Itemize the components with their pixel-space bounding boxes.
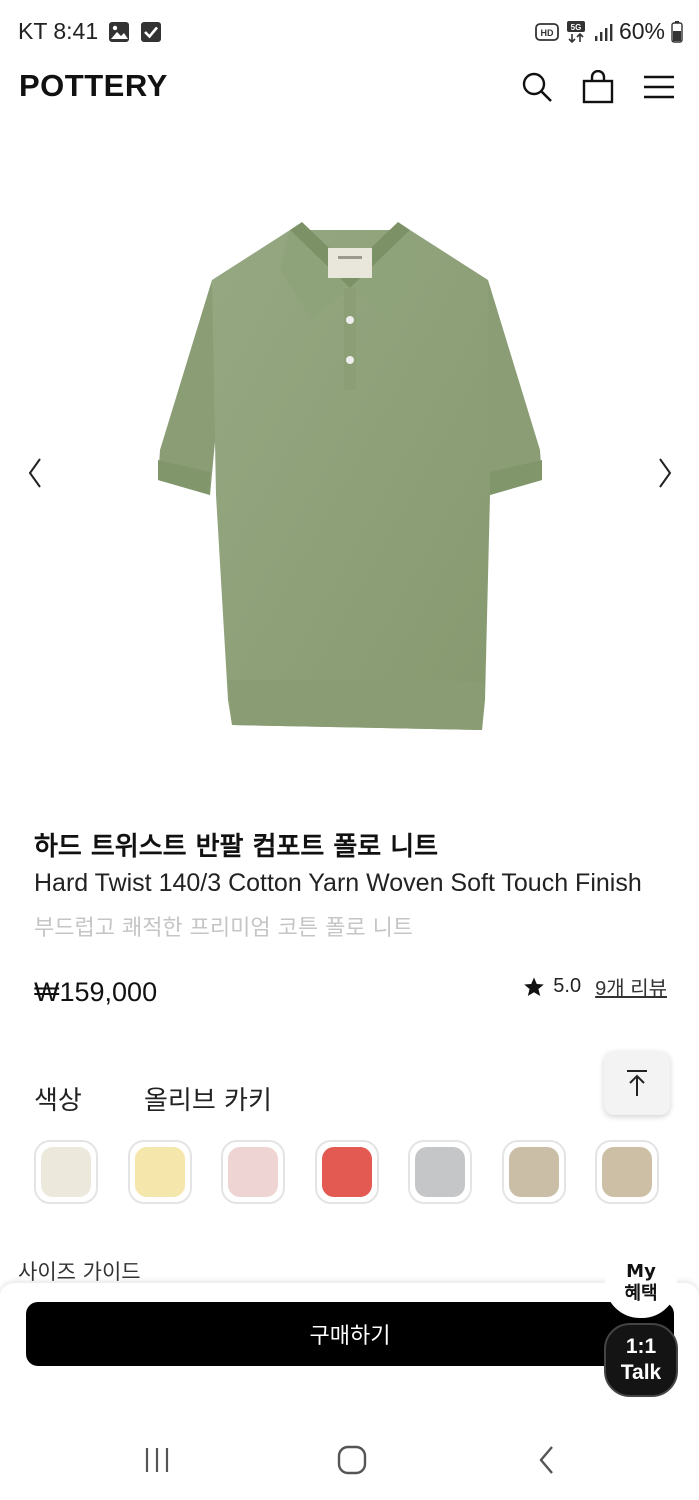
talk-line1: 1:1 <box>625 1335 657 1358</box>
swatch-fill <box>509 1147 559 1197</box>
arrow-up-icon <box>627 1070 647 1096</box>
battery-icon <box>671 20 683 43</box>
status-right: HD 5G 60% <box>535 18 683 45</box>
purchase-sheet: 구매하기 <box>0 1283 699 1423</box>
product-price: ₩159,000 <box>34 977 158 1007</box>
product-title-korean: 하드 트위스트 반팔 컴포트 폴로 니트 <box>34 832 439 862</box>
color-swatch[interactable] <box>128 1140 192 1204</box>
hd-voice-icon: HD <box>535 22 559 41</box>
rating-value: 5.0 <box>553 975 582 997</box>
app-header: POTTERY <box>0 64 699 112</box>
swatch-fill <box>602 1147 652 1197</box>
color-label: 색상 <box>34 1086 82 1116</box>
status-left: KT 8:41 <box>18 18 162 45</box>
talk-line2: Talk <box>620 1361 662 1384</box>
system-nav-bar <box>0 1420 699 1500</box>
color-swatch[interactable] <box>502 1140 566 1204</box>
color-swatch[interactable] <box>595 1140 659 1204</box>
checkbox-notification-icon <box>141 21 162 42</box>
my-benefit-line2: 혜택 <box>624 1283 658 1304</box>
brand-logo[interactable]: POTTERY <box>19 68 168 104</box>
carrier-time: KT 8:41 <box>18 18 99 44</box>
color-swatch-list <box>34 1140 664 1204</box>
color-swatch[interactable] <box>315 1140 379 1204</box>
color-swatch[interactable] <box>408 1140 472 1204</box>
svg-text:HD: HD <box>540 28 553 38</box>
selected-color-name: 올리브 카키 <box>144 1086 272 1116</box>
star-icon <box>524 977 545 996</box>
swatch-fill <box>322 1147 372 1197</box>
swatch-fill <box>135 1147 185 1197</box>
search-icon[interactable] <box>520 70 554 104</box>
product-gallery[interactable] <box>0 120 699 820</box>
one-on-one-talk-button[interactable]: 1:1 Talk <box>604 1323 678 1397</box>
review-count-link[interactable]: 9개 리뷰 <box>595 972 667 1001</box>
status-bar: KT 8:41 HD 5G 60% <box>0 0 699 64</box>
color-swatch[interactable] <box>34 1140 98 1204</box>
buy-button[interactable]: 구매하기 <box>26 1302 674 1366</box>
my-benefit-button[interactable]: My 혜택 <box>605 1248 677 1318</box>
previous-image-arrow-icon[interactable] <box>24 455 48 491</box>
product-image <box>140 210 560 740</box>
svg-text:5G: 5G <box>571 23 582 32</box>
my-benefit-line1: My <box>626 1261 656 1282</box>
gallery-notification-icon <box>109 21 130 42</box>
5g-network-icon: 5G <box>566 20 585 43</box>
color-swatch[interactable] <box>221 1140 285 1204</box>
size-guide-link[interactable]: 사이즈 가이드 <box>18 1256 141 1286</box>
recent-apps-icon[interactable] <box>141 1444 173 1476</box>
home-icon[interactable] <box>336 1444 368 1476</box>
shopping-bag-icon[interactable] <box>581 70 615 104</box>
product-title-english: Hard Twist 140/3 Cotton Yarn Woven Soft … <box>34 869 642 897</box>
scroll-to-top-button[interactable] <box>604 1051 670 1115</box>
signal-icon <box>594 23 613 41</box>
next-image-arrow-icon[interactable] <box>652 455 676 491</box>
swatch-fill <box>228 1147 278 1197</box>
product-subtitle: 부드럽고 쾌적한 프리미엄 코튼 폴로 니트 <box>34 916 414 941</box>
product-rating: 5.0 9개 리뷰 <box>523 972 667 1001</box>
swatch-fill <box>41 1147 91 1197</box>
polo-shirt-image <box>158 222 542 730</box>
menu-icon[interactable] <box>642 70 676 104</box>
back-icon[interactable] <box>532 1444 564 1476</box>
swatch-fill <box>415 1147 465 1197</box>
battery-percent: 60% <box>618 18 665 44</box>
